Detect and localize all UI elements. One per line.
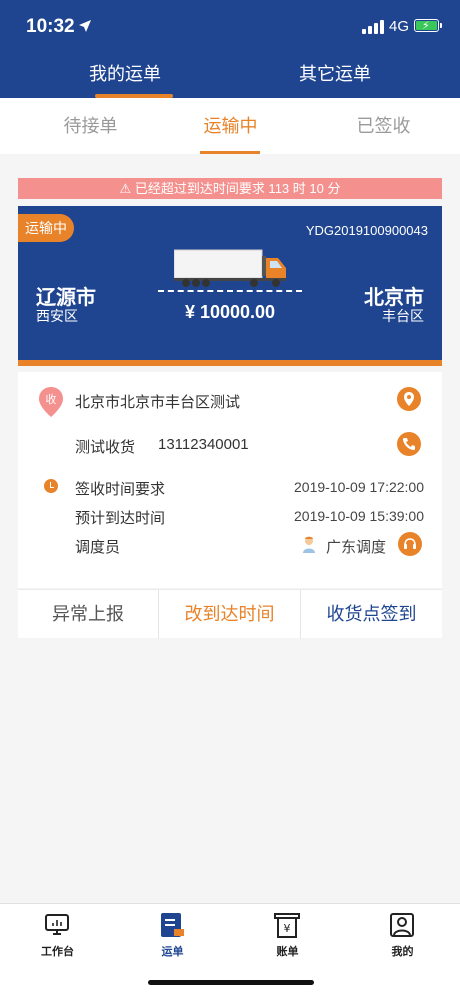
tab-label: 其它运单 bbox=[299, 64, 371, 84]
battery-icon: ⚡ bbox=[414, 19, 442, 32]
network-type: 4G bbox=[389, 18, 410, 35]
tab-label: 我的运单 bbox=[89, 64, 161, 84]
phone-icon bbox=[403, 438, 415, 450]
header: 10:32 4G ⚡ 我的运单 其它运单 bbox=[0, 0, 460, 98]
waybill-card-details: 收 北京市北京市丰台区测试 测试收货 13112340001 签收时间要求 20… bbox=[18, 372, 442, 588]
receiver-pin-icon: 收 bbox=[39, 387, 63, 417]
location-icon bbox=[404, 392, 414, 406]
tab-other-waybills[interactable]: 其它运单 bbox=[220, 60, 450, 98]
sign-time-label: 签收时间要求 bbox=[75, 481, 166, 498]
status-badge: 运输中 bbox=[18, 214, 74, 242]
svg-text:¥: ¥ bbox=[284, 922, 291, 935]
subtab-label: 已签收 bbox=[356, 116, 411, 136]
monitor-icon bbox=[45, 914, 69, 935]
route-line bbox=[158, 290, 302, 292]
sign-time-value: 2019-10-09 17:22:00 bbox=[294, 479, 424, 495]
eta-label: 预计到达时间 bbox=[75, 510, 166, 527]
contact-name: 测试收货 bbox=[75, 439, 136, 456]
subtab-label: 待接单 bbox=[63, 116, 118, 136]
nav-profile[interactable]: 我的 bbox=[345, 904, 460, 964]
clock-icon bbox=[44, 479, 58, 493]
eta-value: 2019-10-09 15:39:00 bbox=[294, 508, 424, 524]
order-number: YDG2019100900043 bbox=[305, 223, 428, 238]
waybill-actions: 异常上报 改到达时间 收货点签到 bbox=[18, 589, 442, 639]
subtab-in-transit[interactable]: 运输中 bbox=[154, 98, 307, 154]
nav-label: 我的 bbox=[391, 946, 414, 958]
navigate-button[interactable] bbox=[397, 387, 421, 411]
nav-label: 账单 bbox=[276, 946, 299, 958]
receiver-address: 北京市北京市丰台区测试 bbox=[75, 394, 241, 411]
status-time: 10:32 bbox=[26, 16, 75, 37]
subtab-signed[interactable]: 已签收 bbox=[307, 98, 460, 154]
action-label: 改到达时间 bbox=[184, 604, 275, 624]
svg-text:收: 收 bbox=[46, 392, 57, 406]
tab-my-waybills[interactable]: 我的运单 bbox=[10, 60, 240, 98]
contact-dispatcher-button[interactable] bbox=[398, 532, 422, 556]
signal-icon bbox=[362, 20, 384, 34]
origin-district: 西安区 bbox=[36, 308, 78, 324]
checkin-button[interactable]: 收货点签到 bbox=[301, 590, 442, 639]
waybill-icon bbox=[161, 913, 184, 937]
home-indicator bbox=[148, 980, 314, 985]
headset-icon bbox=[404, 538, 416, 549]
location-arrow-icon bbox=[79, 20, 91, 32]
nav-bill[interactable]: ¥ 账单 bbox=[230, 904, 345, 964]
subtab-underline bbox=[200, 151, 260, 154]
dispatcher-label: 调度员 bbox=[75, 539, 121, 556]
nav-label: 运单 bbox=[161, 946, 184, 958]
change-arrival-time-button[interactable]: 改到达时间 bbox=[159, 590, 301, 639]
destination-district: 丰台区 bbox=[382, 308, 424, 324]
truck-icon bbox=[174, 249, 286, 287]
overdue-warning: ⚠ 已经超过到达时间要求 113 时 10 分 bbox=[18, 178, 442, 199]
dispatcher-avatar-icon bbox=[303, 536, 315, 553]
waybill-card-header[interactable]: 运输中 YDG2019100900043 辽源市 西安区 ¥ 10000.00 … bbox=[18, 206, 442, 366]
nav-workbench[interactable]: 工作台 bbox=[0, 904, 115, 964]
nav-waybill[interactable]: 运单 bbox=[115, 904, 230, 964]
action-label: 异常上报 bbox=[52, 604, 124, 624]
status-bar: 10:32 4G ⚡ bbox=[0, 0, 460, 50]
subtab-label: 运输中 bbox=[203, 116, 258, 136]
call-button[interactable] bbox=[397, 432, 421, 456]
dispatcher-name: 广东调度 bbox=[326, 539, 387, 556]
report-exception-button[interactable]: 异常上报 bbox=[18, 590, 159, 639]
nav-label: 工作台 bbox=[41, 946, 74, 958]
action-label: 收货点签到 bbox=[326, 604, 417, 624]
profile-icon bbox=[390, 913, 414, 937]
contact-phone: 13112340001 bbox=[158, 436, 249, 453]
freight-price: ¥ 10000.00 bbox=[184, 302, 276, 322]
bill-icon: ¥ bbox=[274, 913, 300, 938]
status-tabs: 待接单 运输中 已签收 bbox=[0, 98, 460, 154]
subtab-pending[interactable]: 待接单 bbox=[14, 98, 167, 154]
